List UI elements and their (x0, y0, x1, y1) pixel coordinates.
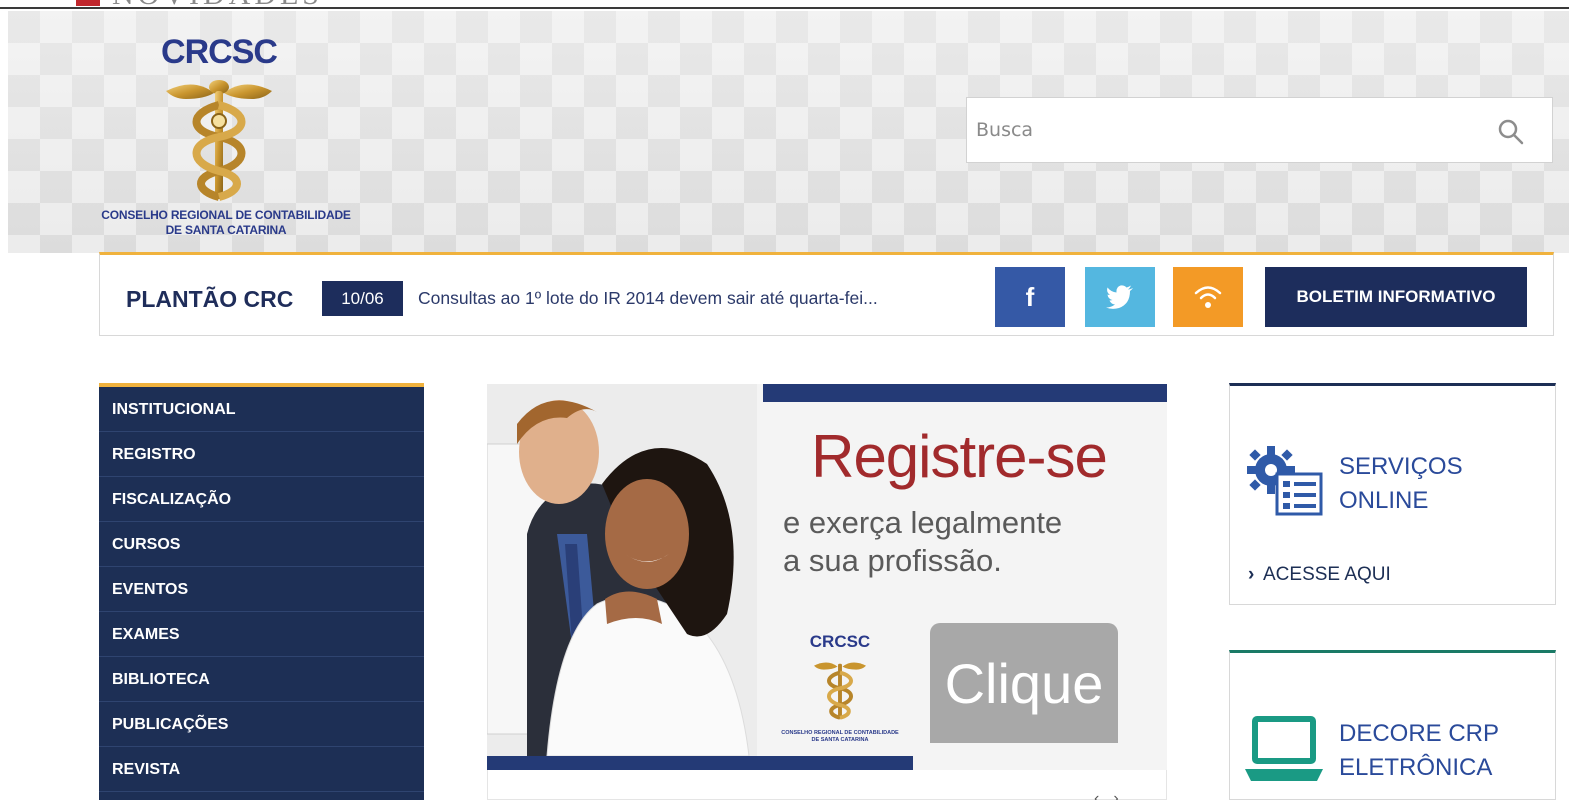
twitter-icon (1106, 285, 1133, 309)
professionals-photo (487, 384, 757, 756)
banner-logo-line1: CONSELHO REGIONAL DE CONTABILIDADE (781, 730, 899, 736)
logo-name-line1: CONSELHO REGIONAL DE CONTABILIDADE (101, 208, 351, 222)
servicos-title-line1: SERVIÇOS (1339, 453, 1463, 480)
menu-item-cursos[interactable]: CURSOS (99, 522, 424, 567)
chevron-right-icon: › (1248, 564, 1255, 585)
banner-logo-line2: DE SANTA CATARINA (811, 737, 869, 743)
servicos-title-line2: ONLINE (1339, 487, 1429, 514)
banner-subtitle-line2: a sua profissão. (783, 543, 1002, 578)
banner-top-bar (763, 384, 1167, 402)
menu-item-biblioteca[interactable]: BIBLIOTECA (99, 657, 424, 702)
novidades-heading: NOVIDADES (112, 0, 323, 7)
menu-item-institucional[interactable]: INSTITUCIONAL (99, 387, 424, 432)
hero-banner[interactable]: Registre-se e exerça legalmente a sua pr… (487, 384, 1167, 770)
top-strip: NOVIDADES (0, 0, 1569, 9)
banner-bottom-bar (487, 756, 913, 770)
decore-title-line2: ELETRÔNICA (1339, 754, 1493, 781)
banner-headline: Registre-se (811, 423, 1108, 490)
logo-abbr: CRCSC (161, 33, 278, 71)
main-menu: INSTITUCIONAL REGISTRO FISCALIZAÇÃO CURS… (99, 383, 424, 800)
caduceus-icon (813, 662, 867, 720)
plantao-title: PLANTÃO CRC (126, 286, 294, 312)
facebook-icon: f (1025, 281, 1035, 312)
menu-item-publicacoes[interactable]: PUBLICAÇÕES (99, 702, 424, 747)
search-icon[interactable] (1497, 118, 1525, 146)
banner-logo-abbr: CRCSC (809, 632, 871, 651)
search-input[interactable] (967, 98, 1487, 162)
logo-name-line2: DE SANTA CATARINA (165, 223, 287, 237)
menu-item-revista[interactable]: REVISTA (99, 747, 424, 792)
news-ticker-link[interactable]: Consultas ao 1º lote do IR 2014 devem sa… (418, 288, 878, 309)
banner-crcsc-logo: CRCSC CONSELHO REGIONAL DE CONTABILIDADE… (769, 632, 911, 748)
plantao-bar: PLANTÃO CRC 10/06 Consultas ao 1º lote d… (99, 252, 1554, 336)
search-box (966, 97, 1553, 163)
carousel-arrows-icon[interactable]: ‹› (1094, 790, 1133, 800)
acesse-aqui-link[interactable]: ACESSE AQUI (1263, 564, 1391, 586)
twitter-button[interactable] (1085, 267, 1155, 327)
clique-button[interactable]: Clique (930, 623, 1118, 743)
gear-list-icon (1247, 446, 1323, 516)
caduceus-icon (166, 80, 272, 201)
decore-crp-card[interactable]: DECORE CRP ELETRÔNICA (1229, 650, 1556, 800)
crcsc-logo[interactable]: CRCSC CONSELHO REGIONAL DE CONTABILIDADE… (96, 33, 356, 248)
menu-item-eventos[interactable]: EVENTOS (99, 567, 424, 612)
menu-item-exames[interactable]: EXAMES (99, 612, 424, 657)
rss-button[interactable] (1173, 267, 1243, 327)
menu-item-registro[interactable]: REGISTRO (99, 432, 424, 477)
boletim-informativo-button[interactable]: BOLETIM INFORMATIVO (1265, 267, 1527, 327)
banner-subtitle-line1: e exerça legalmente (783, 505, 1063, 540)
banner-caption-area: ‹› (487, 770, 1167, 800)
news-date-badge: 10/06 (322, 281, 403, 316)
wifi-rss-icon (1194, 286, 1222, 308)
decore-title-line1: DECORE CRP (1339, 720, 1500, 747)
red-square-icon (76, 0, 100, 6)
facebook-button[interactable]: f (995, 267, 1065, 327)
servicos-online-card[interactable]: SERVIÇOS ONLINE › ACESSE AQUI (1229, 383, 1556, 605)
laptop-icon (1245, 716, 1323, 781)
site-header: CRCSC CONSELHO REGIONAL DE CONTABILIDADE… (8, 11, 1569, 253)
menu-item-fiscalizacao[interactable]: FISCALIZAÇÃO (99, 477, 424, 522)
